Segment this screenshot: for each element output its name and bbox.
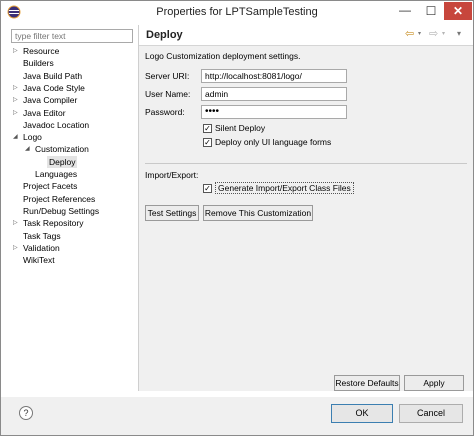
help-icon[interactable]: ? xyxy=(19,406,33,420)
tree-expander-icon[interactable]: ▷ xyxy=(13,45,21,57)
tree-expander-icon[interactable]: ▷ xyxy=(13,82,21,94)
ok-button[interactable]: OK xyxy=(331,404,393,423)
page-description: Logo Customization deployment settings. xyxy=(145,51,301,61)
maximize-button[interactable]: ☐ xyxy=(418,3,444,19)
section-separator xyxy=(145,163,467,164)
back-arrow-icon[interactable]: ⇦ xyxy=(405,28,414,40)
properties-tree-pane: ▷ResourceBuildersJava Build Path▷Java Co… xyxy=(7,25,137,391)
silent-deploy-label[interactable]: Silent Deploy xyxy=(215,122,265,134)
tree-item-project-references[interactable]: Project References xyxy=(23,193,95,205)
tree-item-java-code-style[interactable]: Java Code Style xyxy=(23,82,85,94)
tree-item-run-debug-settings[interactable]: Run/Debug Settings xyxy=(23,205,99,217)
minimize-button[interactable]: — xyxy=(392,3,418,19)
tree-item-deploy[interactable]: Deploy xyxy=(47,155,78,168)
header-divider xyxy=(139,45,473,46)
tree-item-java-compiler[interactable]: Java Compiler xyxy=(23,94,77,106)
tree-item-task-repository[interactable]: Task Repository xyxy=(23,217,83,229)
apply-button[interactable]: Apply xyxy=(404,375,464,391)
user-name-field[interactable]: admin xyxy=(201,87,347,101)
back-dropdown-icon[interactable]: ▾ xyxy=(418,28,421,40)
forward-dropdown-icon[interactable]: ▾ xyxy=(442,28,445,40)
tree-expander-icon[interactable]: ▷ xyxy=(13,94,21,106)
tree-item-builders[interactable]: Builders xyxy=(23,57,54,69)
deploy-page: Deploy ⇦ ▾ ⇨ ▾ ▾ Logo Customization depl… xyxy=(139,25,473,391)
deploy-ui-forms-label[interactable]: Deploy only UI language forms xyxy=(215,136,331,148)
title-bar: Properties for LPTSampleTesting — ☐ ✕ xyxy=(1,1,473,25)
tree-item-javadoc-location[interactable]: Javadoc Location xyxy=(23,119,89,131)
close-button[interactable]: ✕ xyxy=(444,2,472,20)
tree-item-languages[interactable]: Languages xyxy=(35,168,77,180)
filter-input[interactable] xyxy=(11,29,133,43)
tree-expander-icon[interactable]: ▷ xyxy=(13,242,21,254)
generate-class-files-label[interactable]: Generate Import/Export Class Files xyxy=(215,182,354,194)
tree-expander-icon[interactable]: ◢ xyxy=(13,131,21,143)
tree-item-java-editor[interactable]: Java Editor xyxy=(23,107,66,119)
remove-customization-button[interactable]: Remove This Customization xyxy=(203,205,313,221)
generate-class-files-checkbox[interactable]: ✓ xyxy=(203,184,212,193)
tree-expander-icon[interactable]: ▷ xyxy=(13,217,21,229)
dialog-button-bar: ? OK Cancel xyxy=(1,397,473,435)
tree-item-project-facets[interactable]: Project Facets xyxy=(23,180,77,192)
silent-deploy-checkbox[interactable]: ✓ xyxy=(203,124,212,133)
page-title: Deploy xyxy=(146,29,183,41)
server-uri-field[interactable]: http://localhost:8081/logo/ xyxy=(201,69,347,83)
cancel-button[interactable]: Cancel xyxy=(399,404,463,423)
restore-defaults-button[interactable]: Restore Defaults xyxy=(334,375,400,391)
tree-item-validation[interactable]: Validation xyxy=(23,242,60,254)
properties-dialog: Properties for LPTSampleTesting — ☐ ✕ ▷R… xyxy=(0,0,474,436)
password-label: Password: xyxy=(145,107,185,117)
server-uri-label: Server URI: xyxy=(145,71,190,81)
tree-item-customization[interactable]: Customization xyxy=(35,143,89,155)
password-field[interactable]: •••• xyxy=(201,105,347,119)
tree-item-task-tags[interactable]: Task Tags xyxy=(23,230,61,242)
user-name-label: User Name: xyxy=(145,89,191,99)
tree-item-wikitext[interactable]: WikiText xyxy=(23,254,55,266)
deploy-ui-forms-checkbox[interactable]: ✓ xyxy=(203,138,212,147)
import-export-label: Import/Export: xyxy=(145,170,199,180)
tree-item-java-build-path[interactable]: Java Build Path xyxy=(23,70,82,82)
forward-arrow-icon[interactable]: ⇨ xyxy=(429,28,438,40)
test-settings-button[interactable]: Test Settings xyxy=(145,205,199,221)
tree-expander-icon[interactable]: ◢ xyxy=(25,143,33,155)
tree-item-resource[interactable]: Resource xyxy=(23,45,59,57)
page-header: Deploy ⇦ ▾ ⇨ ▾ ▾ xyxy=(139,25,473,45)
tree-expander-icon[interactable]: ▷ xyxy=(13,107,21,119)
view-menu-icon[interactable]: ▾ xyxy=(457,28,461,40)
tree-item-logo[interactable]: Logo xyxy=(23,131,42,143)
